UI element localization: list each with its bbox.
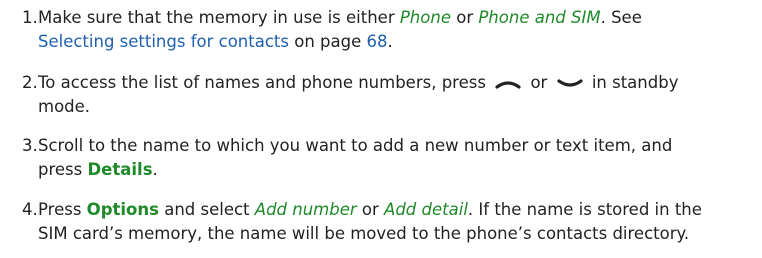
step-text-part: on page bbox=[288, 32, 367, 51]
step-text: Press Options and select Add number or A… bbox=[38, 198, 745, 246]
keyword-phone: Phone bbox=[399, 8, 451, 27]
step-text-part: . If the name is stored in the bbox=[467, 200, 702, 219]
keyword-details: Details bbox=[87, 160, 153, 179]
right-softkey-icon bbox=[556, 78, 583, 90]
step-4: 4. Press Options and select Add number o… bbox=[0, 198, 745, 246]
step-1: 1. Make sure that the memory in use is e… bbox=[0, 6, 745, 54]
step-text-part: or bbox=[530, 73, 548, 92]
step-text-part: press bbox=[38, 160, 88, 179]
step-text: To access the list of names and phone nu… bbox=[38, 71, 745, 119]
keyword-options: Options bbox=[86, 200, 159, 219]
step-text-part: . bbox=[387, 32, 393, 51]
instruction-list: 1. Make sure that the memory in use is e… bbox=[0, 0, 762, 258]
step-number: 3. bbox=[22, 136, 38, 155]
keyword-add-number: Add number bbox=[254, 200, 357, 219]
step-text-line: mode. bbox=[38, 97, 91, 116]
link-selecting-settings[interactable]: Selecting settings for contacts bbox=[38, 32, 289, 51]
step-text-line: press Details. bbox=[38, 158, 745, 182]
step-text-part: . bbox=[152, 160, 158, 179]
step-text-part: or bbox=[450, 8, 479, 27]
step-text-part: in standby bbox=[591, 73, 679, 92]
step-text-part: and select bbox=[158, 200, 255, 219]
step-text-part: To access the list of names and phone nu… bbox=[38, 73, 486, 92]
step-text-part: Press bbox=[38, 200, 87, 219]
step-text-part: Scroll to the name to which you want to … bbox=[38, 136, 673, 155]
step-number: 2. bbox=[22, 73, 38, 92]
step-text-part: or bbox=[356, 200, 385, 219]
link-page-number[interactable]: 68 bbox=[366, 32, 387, 51]
step-text-part: Make sure that the memory in use is eith… bbox=[38, 8, 400, 27]
step-text-line: Selecting settings for contacts on page … bbox=[38, 30, 745, 54]
step-number: 1. bbox=[22, 8, 38, 27]
step-3: 3. Scroll to the name to which you want … bbox=[0, 134, 745, 182]
left-softkey-icon bbox=[495, 78, 521, 90]
step-text-part: . See bbox=[600, 8, 642, 27]
step-text: Scroll to the name to which you want to … bbox=[38, 134, 745, 182]
step-2: 2. To access the list of names and phone… bbox=[0, 71, 745, 119]
keyword-phone-and-sim: Phone and SIM bbox=[478, 8, 601, 27]
keyword-add-detail: Add detail bbox=[384, 200, 468, 219]
step-text-line: SIM card’s memory, the name will be move… bbox=[38, 224, 690, 243]
step-number: 4. bbox=[22, 200, 38, 219]
step-text: Make sure that the memory in use is eith… bbox=[38, 6, 745, 54]
